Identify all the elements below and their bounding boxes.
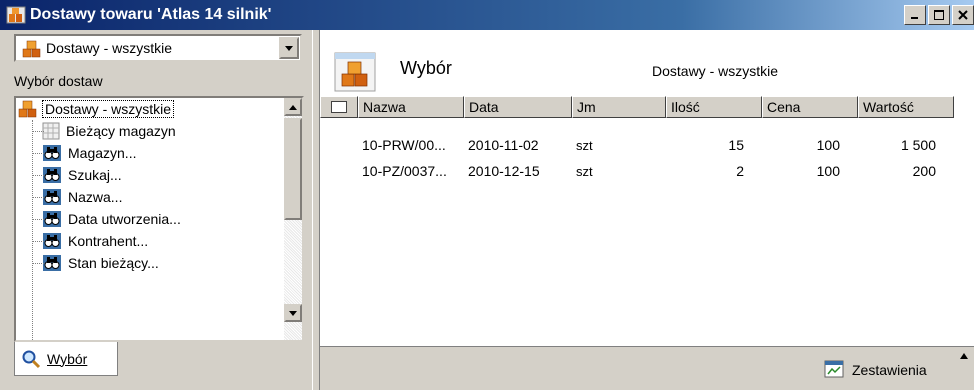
cell-ilosc: 2 [736, 163, 744, 179]
cell-nazwa: 10-PZ/0037... [362, 163, 447, 179]
section-label: Wybór dostaw [14, 73, 103, 89]
tree-connector [32, 219, 44, 220]
row-select-cell [320, 160, 358, 182]
tree-item[interactable]: Stan bieżący... [32, 252, 159, 274]
bottom-bar: Zestawienia [320, 346, 974, 390]
tree-item[interactable]: Data utworzenia... [32, 208, 181, 230]
tree-connector [32, 241, 44, 242]
tree-item[interactable]: Magazyn... [32, 142, 137, 164]
cell-jm: szt [576, 163, 593, 179]
cell-cena: 100 [816, 163, 840, 179]
tree-item-label: Data utworzenia... [68, 211, 181, 227]
tree-item[interactable]: Nazwa... [32, 186, 123, 208]
cell-wartosc: 200 [912, 163, 936, 179]
grid-doc-icon [42, 122, 60, 140]
cell-data: 2010-11-02 [468, 137, 539, 153]
results-subtitle: Dostawy - wszystkie [652, 63, 779, 79]
binoculars-icon [42, 166, 62, 184]
chevron-down-icon [285, 45, 293, 51]
scroll-thumb[interactable] [284, 118, 302, 220]
cell-wartosc: 1 500 [900, 137, 936, 153]
close-icon [958, 10, 968, 20]
stack-boxes-icon [18, 99, 38, 119]
col-header-nazwa[interactable]: Nazwa [358, 96, 464, 118]
close-button[interactable] [952, 5, 974, 25]
binoculars-icon [42, 188, 62, 206]
tree-connector [32, 131, 44, 132]
row-select-cell [320, 134, 358, 156]
scroll-up-button[interactable] [284, 98, 302, 116]
checkbox-icon [331, 101, 347, 113]
app-icon [6, 6, 26, 24]
grid-header: Nazwa Data Jm Ilość Cena Wartość [320, 96, 954, 118]
table-row[interactable]: 10-PZ/0037... 2010-12-15 szt 2 100 200 [320, 160, 954, 182]
scroll-down-button[interactable] [284, 304, 302, 322]
binoculars-icon [42, 232, 62, 250]
col-header-cena[interactable]: Cena [762, 96, 858, 118]
caret-up-icon [960, 353, 968, 359]
combo-value: Dostawy - wszystkie [46, 40, 173, 56]
tree-item-label: Kontrahent... [68, 233, 149, 249]
tree-item[interactable]: Dostawy - wszystkie [18, 98, 175, 120]
tree-item-label: Nazwa... [68, 189, 123, 205]
tree-scrollbar[interactable] [284, 98, 302, 340]
report-icon [824, 360, 844, 378]
window-title: Dostawy towaru 'Atlas 14 silnik' [30, 6, 272, 23]
tree-item[interactable]: Kontrahent... [32, 230, 149, 252]
right-pane: Wybór Dostawy - wszystkie Nazwa Data Jm … [320, 30, 974, 390]
binoculars-icon [42, 210, 62, 228]
maximize-button[interactable] [928, 5, 950, 25]
table-row[interactable]: 10-PRW/00... 2010-11-02 szt 15 100 1 500 [320, 134, 954, 156]
selection-tree[interactable]: Dostawy - wszystkie Bieżący magazyn Magazy… [14, 96, 304, 342]
stack-boxes-icon [334, 52, 376, 92]
tree-item-label: Bieżący magazyn [66, 123, 176, 139]
cell-cena: 100 [816, 137, 840, 153]
stack-boxes-icon [22, 40, 41, 58]
arrow-up-icon [289, 104, 297, 110]
col-header-jm[interactable]: Jm [572, 96, 666, 118]
magnifier-icon [22, 350, 41, 368]
minimize-icon [911, 17, 918, 19]
tree-connector [32, 175, 44, 176]
pane-splitter[interactable] [312, 30, 320, 390]
maximize-icon [934, 10, 944, 20]
tab-wybor[interactable]: Wybór [14, 342, 118, 376]
results-header: Wybór Dostawy - wszystkie [320, 30, 974, 92]
tree-item-label: Dostawy - wszystkie [42, 100, 175, 118]
combo-dropdown-button[interactable] [279, 37, 299, 59]
tree-item[interactable]: Bieżący magazyn [32, 120, 176, 142]
zestawienia-label: Zestawienia [852, 362, 927, 378]
binoculars-icon [42, 144, 62, 162]
col-header-wartosc[interactable]: Wartość [858, 96, 954, 118]
col-header-ilosc[interactable]: Ilość [666, 96, 762, 118]
tree-item-label: Szukaj... [68, 167, 122, 183]
zestawienia-button[interactable]: Zestawienia [820, 353, 970, 387]
cell-jm: szt [576, 137, 593, 153]
col-header-data[interactable]: Data [464, 96, 572, 118]
cell-ilosc: 15 [728, 137, 744, 153]
title-bar[interactable]: Dostawy towaru 'Atlas 14 silnik' [0, 0, 974, 30]
tree-item[interactable]: Szukaj... [32, 164, 122, 186]
tab-wybor-label: Wybór [47, 350, 88, 367]
binoculars-icon [42, 254, 62, 272]
cell-nazwa: 10-PRW/00... [362, 137, 446, 153]
tree-connector [32, 153, 44, 154]
cell-data: 2010-12-15 [468, 163, 540, 179]
tree-item-label: Magazyn... [68, 145, 137, 161]
results-title: Wybór [400, 58, 452, 78]
minimize-button[interactable] [904, 5, 926, 25]
filter-combo[interactable]: Dostawy - wszystkie [14, 34, 302, 62]
arrow-down-icon [289, 310, 297, 316]
tree-connector [32, 263, 44, 264]
tree-item-label: Stan bieżący... [68, 255, 159, 271]
select-all-column[interactable] [320, 96, 358, 118]
tree-connector [32, 197, 44, 198]
